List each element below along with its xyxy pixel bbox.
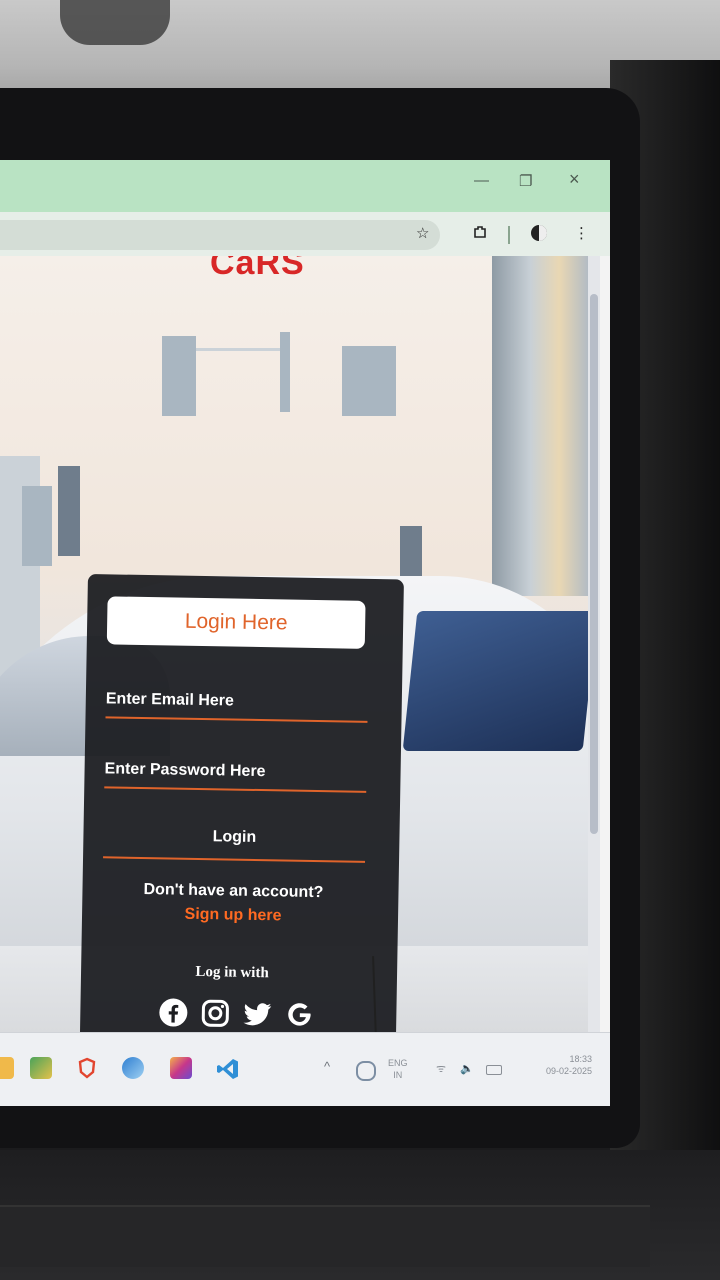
login-with-text: Log in with [195,963,269,982]
photos-icon[interactable] [30,1057,52,1079]
crane [196,348,286,351]
twitter-icon[interactable] [242,999,273,1030]
file-explorer-icon[interactable] [0,1057,14,1079]
signup-link[interactable]: Sign up here [102,904,364,927]
app-icon[interactable] [122,1057,144,1079]
laptop-screen: — ❐ × ☆ ⋮ CaRS Login Here Enter Email He… [0,160,610,1106]
background-building [162,336,196,416]
no-account-text: Don't have an account? [143,881,324,902]
profile-icon[interactable] [530,224,548,246]
star-icon[interactable]: ☆ [416,224,429,242]
login-button[interactable]: Login [103,826,365,849]
google-icon[interactable] [284,999,315,1030]
close-icon[interactable]: × [569,169,580,190]
email-underline [105,716,368,723]
social-login-icons [158,997,314,1030]
crane-mast [280,332,290,412]
vscode-icon[interactable] [216,1057,238,1079]
login-heading: Login Here [106,596,366,649]
password-underline [104,786,367,793]
region-code: IN [393,1070,403,1080]
laptop-edge [0,1205,650,1267]
extensions-icon[interactable] [472,224,488,244]
instagram-icon[interactable] [200,998,231,1029]
tray-chevron-up-icon[interactable]: ^ [324,1059,330,1074]
login-underline [103,856,366,863]
glass-tower [492,256,588,596]
background-building [22,486,52,566]
web-page: CaRS Login Here Enter Email Here Enter P… [0,256,588,1032]
login-card: Login Here Enter Email Here Enter Passwo… [79,574,404,1032]
menu-icon[interactable]: ⋮ [574,224,589,242]
taskbar: ^ ENG IN ᯤ 🔈 18:33 09-02-2025 [0,1032,610,1106]
volume-icon[interactable]: 🔈 [460,1063,474,1075]
clock-date: 09-02-2025 [545,1066,592,1076]
instagram-icon[interactable] [170,1057,192,1079]
scrollbar-thumb[interactable] [590,294,598,834]
site-title: CaRS [210,256,305,282]
language-code: ENG [388,1058,408,1068]
page-scrollbar[interactable] [588,256,600,1032]
brave-icon[interactable] [76,1057,98,1079]
background-building [58,466,80,556]
address-bar[interactable] [0,220,440,250]
background-object [60,0,170,45]
language-indicator[interactable]: ENG IN [388,1057,408,1081]
browser-titlebar: — ❐ × [0,160,610,212]
car-window [402,611,588,751]
toolbar-separator [508,226,510,244]
clock-time: 18:33 [569,1054,592,1064]
email-field[interactable]: Enter Email Here [106,690,368,713]
clock[interactable]: 18:33 09-02-2025 [520,1053,592,1077]
minimize-icon[interactable]: — [474,172,489,189]
facebook-icon[interactable] [158,997,189,1028]
background-building [342,346,396,416]
password-field[interactable]: Enter Password Here [104,760,366,783]
wifi-icon[interactable]: ᯤ [436,1063,446,1075]
restore-icon[interactable]: ❐ [519,172,532,190]
battery-icon[interactable] [486,1065,502,1075]
browser-toolbar: ☆ ⋮ [0,212,610,256]
tray-cloud-icon[interactable] [356,1061,376,1081]
